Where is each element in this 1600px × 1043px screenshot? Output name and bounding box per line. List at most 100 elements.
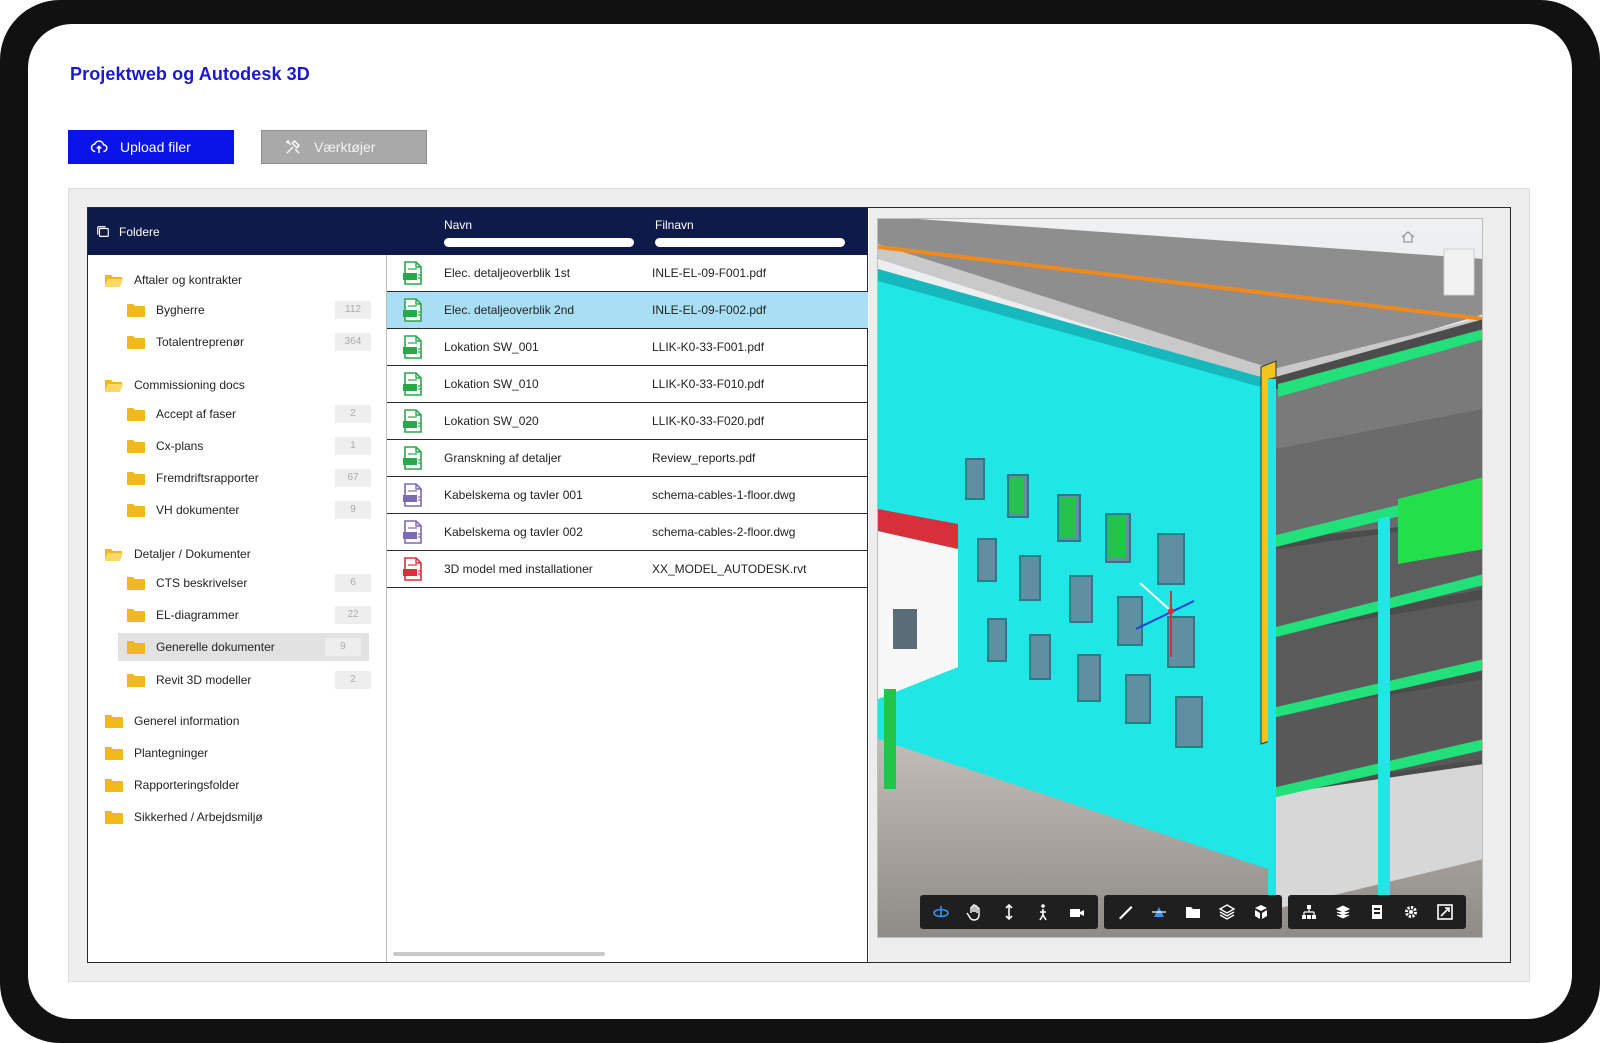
- folder-icon: [104, 777, 124, 793]
- file-filename: LLIK-K0-33-F010.pdf: [652, 377, 765, 391]
- file-name: Kabelskema og tavler 002: [444, 525, 583, 539]
- folder-open-icon: [104, 546, 124, 562]
- folder-item[interactable]: EL-diagrammer 22: [126, 601, 387, 629]
- file-row[interactable]: Lokation SW_020 LLIK-K0-33-F020.pdf: [387, 403, 868, 440]
- folder-label: Detaljer / Dokumenter: [134, 547, 251, 561]
- column-name-label: Navn: [444, 218, 473, 232]
- folder-count-badge: 2: [335, 405, 371, 423]
- properties-icon: [1335, 905, 1351, 919]
- tools-icon: [286, 140, 300, 154]
- model-canvas[interactable]: [877, 218, 1483, 938]
- name-filter-input[interactable]: [444, 238, 634, 247]
- folder-item[interactable]: Generel information: [104, 707, 387, 735]
- folder-item[interactable]: Aftaler og kontrakter: [104, 266, 387, 294]
- file-row[interactable]: Lokation SW_010 LLIK-K0-33-F010.pdf: [387, 366, 868, 403]
- file-filename: Review_reports.pdf: [652, 451, 756, 465]
- folder-item[interactable]: Totalentreprenør 364: [126, 328, 387, 356]
- upload-files-label: Upload filer: [120, 139, 191, 155]
- column-filename-label: Filnavn: [655, 218, 694, 232]
- folder-item[interactable]: Sikkerhed / Arbejdsmiljø: [104, 803, 387, 831]
- file-row[interactable]: Kabelskema og tavler 001 schema-cables-1-…: [387, 477, 868, 514]
- folder-item[interactable]: VH dokumenter 9: [126, 496, 387, 524]
- upload-files-button[interactable]: Upload filer: [68, 130, 234, 164]
- file-name: Lokation SW_020: [444, 414, 539, 428]
- folder-item[interactable]: Bygherre 112: [126, 296, 387, 324]
- autodesk-3d-viewer: [869, 208, 1510, 962]
- orbit-tool-button[interactable]: [924, 895, 958, 929]
- toolbar-group: [920, 895, 1098, 929]
- page-title: Projektweb og Autodesk 3D: [70, 64, 310, 84]
- pan-icon: [966, 904, 980, 921]
- filename-filter-input[interactable]: [655, 238, 845, 247]
- folders-title: Foldere: [119, 224, 160, 239]
- zoom-tool-button[interactable]: [992, 895, 1026, 929]
- horizontal-scrollbar[interactable]: [393, 952, 605, 956]
- toolbar-group: [1288, 895, 1466, 929]
- pdf-file-icon: [402, 261, 424, 285]
- pdf-file-icon: [402, 409, 424, 433]
- file-name: Elec. detaljeoverblik 2nd: [444, 303, 575, 317]
- folder-icon: [126, 302, 146, 318]
- document-tool-button[interactable]: [1360, 895, 1394, 929]
- measure-tool-button[interactable]: [1108, 895, 1142, 929]
- folder-item[interactable]: Cx-plans 1: [126, 432, 387, 460]
- file-name: Elec. detaljeoverblik 1st: [444, 266, 571, 280]
- home-icon[interactable]: [1400, 229, 1416, 245]
- properties-tool-button[interactable]: [1326, 895, 1360, 929]
- explode-icon: [1255, 905, 1267, 919]
- tools-label: Værktøjer: [314, 139, 376, 155]
- file-row[interactable]: Lokation SW_001 LLIK-K0-33-F001.pdf: [387, 329, 868, 366]
- folder-item[interactable]: Fremdriftsrapporter 67: [126, 464, 387, 492]
- pan-tool-button[interactable]: [958, 895, 992, 929]
- file-row[interactable]: 3D model med installationer XX_MODEL_AUTO…: [387, 551, 868, 588]
- camera-tool-button[interactable]: [1060, 895, 1094, 929]
- file-row[interactable]: Kabelskema og tavler 002 schema-cables-2-…: [387, 514, 868, 551]
- folder-icon: [104, 809, 124, 825]
- browser-header: Foldere Navn Filnavn: [88, 208, 868, 255]
- folder-label: Revit 3D modeller: [156, 673, 252, 687]
- file-row[interactable]: Granskning af detaljer Review_reports.pdf: [387, 440, 868, 477]
- column-header-filename[interactable]: Filnavn: [655, 218, 845, 247]
- section-tool-button[interactable]: [1142, 895, 1176, 929]
- rvt-file-icon: [402, 557, 424, 581]
- model-browser-tool-button[interactable]: [1292, 895, 1326, 929]
- folder-count-badge: 112: [335, 301, 371, 319]
- settings-icon: [1405, 906, 1417, 918]
- measure-icon: [1119, 906, 1133, 920]
- column-header-name[interactable]: Navn: [444, 218, 634, 247]
- folder-item[interactable]: Commissioning docs: [104, 371, 387, 399]
- folder-item[interactable]: Detaljer / Dokumenter: [104, 540, 387, 568]
- folder-item[interactable]: Plantegninger: [104, 739, 387, 767]
- folder-item[interactable]: Generelle dokumenter 9: [118, 633, 369, 661]
- folder-icon: [104, 745, 124, 761]
- walk-tool-button[interactable]: [1026, 895, 1060, 929]
- file-name: 3D model med installationer: [444, 562, 593, 576]
- folder-item[interactable]: CTS beskrivelser 6: [126, 569, 387, 597]
- building-model-render: [878, 219, 1482, 937]
- file-name: Kabelskema og tavler 001: [444, 488, 583, 502]
- folder-item[interactable]: Accept af faser 2: [126, 400, 387, 428]
- folder-tool-button[interactable]: [1176, 895, 1210, 929]
- folder-item[interactable]: Rapporteringsfolder: [104, 771, 387, 799]
- folder-label: Generelle dokumenter: [156, 640, 275, 654]
- folder-icon: [126, 575, 146, 591]
- folder-item[interactable]: Revit 3D modeller 2: [126, 666, 387, 694]
- fullscreen-tool-button[interactable]: [1428, 895, 1462, 929]
- settings-tool-button[interactable]: [1394, 895, 1428, 929]
- folder-icon: [126, 470, 146, 486]
- tools-button[interactable]: Værktøjer: [261, 130, 427, 164]
- file-row[interactable]: Elec. detaljeoverblik 2nd INLE-EL-09-F002…: [387, 292, 868, 329]
- layers-tool-button[interactable]: [1210, 895, 1244, 929]
- file-row[interactable]: Elec. detaljeoverblik 1st INLE-EL-09-F001…: [387, 255, 868, 292]
- dwg-file-icon: [402, 520, 424, 544]
- folder-icon: [126, 607, 146, 623]
- folder-icon: [1186, 907, 1200, 918]
- folder-label: Fremdriftsrapporter: [156, 471, 259, 485]
- folder-count-badge: 9: [335, 501, 371, 519]
- folder-icon: [126, 334, 146, 350]
- folder-label: Bygherre: [156, 303, 205, 317]
- folder-label: Aftaler og kontrakter: [134, 273, 243, 287]
- explode-tool-button[interactable]: [1244, 895, 1278, 929]
- orbit-icon: [933, 906, 949, 918]
- folder-label: Sikkerhed / Arbejdsmiljø: [134, 810, 263, 824]
